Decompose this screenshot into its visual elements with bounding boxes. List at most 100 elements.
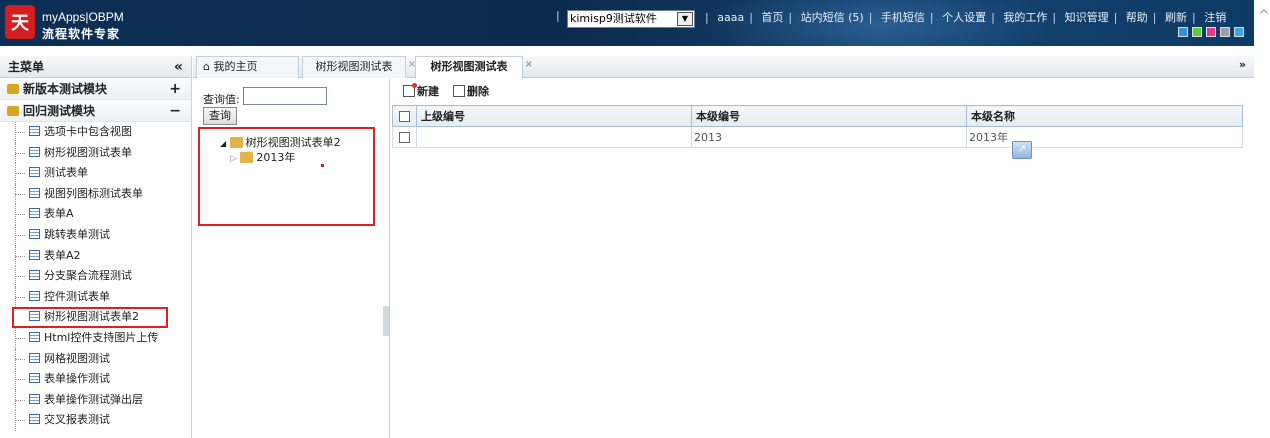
folder-icon [7, 84, 19, 94]
tree-toggle-icon[interactable]: ◢ [220, 139, 226, 148]
sidebar-item[interactable]: 视图列图标测试表单 [0, 183, 191, 205]
tree-child-node[interactable]: ▷ 2013年 [230, 149, 295, 165]
home-link[interactable]: 首页 [761, 11, 783, 24]
form-icon [29, 290, 40, 301]
sidebar-header: 主菜单 « [0, 56, 191, 78]
header-links: | aaaa | 首页 | 站内短信 (5) | 手机短信 | 个人设置 | 我的工作 | … [705, 11, 1227, 24]
cell-name: 2013年 [966, 126, 1243, 148]
form-icon [29, 311, 40, 322]
column-header-code[interactable]: 本级编号 [691, 105, 967, 127]
home-icon: ⌂ [203, 60, 210, 73]
scroll-up-icon[interactable]: ^ [1258, 8, 1270, 24]
logo-title: myApps|OBPM [42, 10, 124, 24]
collapse-module-icon[interactable]: − [169, 100, 181, 122]
sidebar-item[interactable]: 表单A [0, 204, 191, 225]
sidebar-item[interactable]: 表单A2 [0, 245, 191, 267]
refresh-link[interactable]: 刷新 [1165, 11, 1187, 24]
app-select-value: kimisp9测试软件 [570, 12, 657, 25]
row-checkbox[interactable] [392, 126, 417, 148]
sidebar-item[interactable]: 树形视图测试表单 [0, 142, 191, 164]
theme-swatch[interactable] [1178, 27, 1188, 37]
theme-swatch[interactable] [1206, 27, 1216, 37]
query-label: 查询值: [203, 93, 240, 106]
tree-panel: 查询值: 查询 ◢ 树形视图测试表单2 ▷ 2013年 [193, 79, 390, 438]
panel-splitter[interactable] [383, 306, 389, 336]
folder-open-icon [229, 137, 243, 148]
form-icon [29, 126, 40, 136]
select-all-checkbox[interactable] [392, 105, 417, 127]
tab-list-icon[interactable]: » [1239, 58, 1246, 71]
sidebar-item[interactable]: Html控件支持图片上传 [0, 327, 191, 349]
data-grid: 上级编号 本级编号 本级名称 2013 2013年 [392, 105, 1243, 148]
close-icon[interactable]: × [525, 55, 533, 75]
app-window: 天 myApps|OBPM 流程软件专家 | kimisp9测试软件 ▼ | a… [0, 0, 1270, 438]
module-new-version[interactable]: 新版本测试模块 + [0, 78, 191, 100]
expand-icon[interactable]: + [169, 78, 181, 100]
tree-highlight: ◢ 树形视图测试表单2 ▷ 2013年 [198, 127, 375, 226]
form-icon [29, 414, 40, 425]
collapse-icon[interactable]: « [174, 56, 183, 78]
header: 天 myApps|OBPM 流程软件专家 | kimisp9测试软件 ▼ | a… [0, 0, 1254, 46]
form-icon [29, 331, 40, 342]
messages-link[interactable]: 站内短信 (5) [801, 11, 864, 24]
delete-button[interactable]: 删除 [453, 83, 489, 99]
form-icon [29, 146, 40, 157]
tree-branch-icon: ▷ [230, 154, 237, 164]
tab-tree-view-active[interactable]: 树形视图测试表 × [415, 56, 533, 79]
new-doc-icon [403, 83, 417, 97]
sidebar-item[interactable]: 交叉报表测试 [0, 410, 191, 431]
sidebar-item[interactable]: 表单操作测试 [0, 369, 191, 390]
tab-home[interactable]: ⌂ 我的主页 [196, 56, 299, 78]
sidebar-item[interactable]: 选项卡中包含视图 [0, 122, 191, 143]
tab-tree-view[interactable]: 树形视图测试表 × [302, 56, 416, 78]
column-header-parent-code[interactable]: 上级编号 [416, 105, 692, 127]
sms-link[interactable]: 手机短信 [881, 11, 925, 24]
sidebar-item[interactable]: 控件测试表单 [0, 286, 191, 308]
form-icon [29, 228, 40, 239]
query-button[interactable]: 查询 [203, 107, 237, 125]
form-icon [29, 249, 40, 260]
logo-subtitle: 流程软件专家 [42, 27, 121, 41]
cell-parent-code [416, 126, 692, 148]
cell-code: 2013 [691, 126, 967, 148]
sidebar-item-selected[interactable]: 树形视图测试表单2 [12, 307, 168, 328]
theme-switcher [1178, 27, 1244, 37]
folder-icon [7, 106, 19, 116]
settings-link[interactable]: 个人设置 [942, 11, 986, 24]
form-icon [29, 393, 40, 404]
knowledge-link[interactable]: 知识管理 [1065, 11, 1109, 24]
help-link[interactable]: 帮助 [1126, 11, 1148, 24]
form-icon [29, 352, 40, 363]
folder-icon [240, 152, 254, 163]
form-icon [29, 208, 40, 219]
app-select[interactable]: kimisp9测试软件 ▼ [567, 10, 695, 28]
sidebar-item[interactable]: 网格视图测试 [0, 348, 191, 370]
module-regression[interactable]: 回归测试模块 − [0, 100, 191, 122]
my-work-link[interactable]: 我的工作 [1003, 11, 1047, 24]
theme-swatch[interactable] [1234, 27, 1244, 37]
theme-swatch[interactable] [1192, 27, 1202, 37]
content-panel: 新建 删除 上级编号 本级编号 本级名称 2013 2013年 ↗ [391, 79, 1254, 438]
form-icon [29, 270, 40, 281]
open-link-icon[interactable]: ↗ [1012, 141, 1032, 159]
table-row[interactable]: 2013 2013年 [392, 126, 1243, 148]
sidebar-title: 主菜单 [8, 60, 45, 74]
query-input[interactable] [243, 87, 327, 105]
tab-bar: ⌂ 我的主页 树形视图测试表 × 树形视图测试表 × » [193, 56, 1254, 79]
logo-mark: 天 [5, 5, 35, 39]
sidebar-item[interactable]: 表单操作测试弹出层 [0, 389, 191, 411]
column-header-name[interactable]: 本级名称 [966, 105, 1243, 127]
sidebar-item[interactable]: 分支聚合流程测试 [0, 266, 191, 287]
sidebar-item[interactable]: 测试表单 [0, 163, 191, 184]
new-button[interactable]: 新建 [403, 83, 439, 99]
form-icon [29, 187, 40, 198]
theme-swatch[interactable] [1220, 27, 1230, 37]
user-link[interactable]: aaaa [717, 11, 744, 24]
tree-root-node[interactable]: ◢ 树形视图测试表单2 [220, 134, 341, 150]
chevron-down-icon[interactable]: ▼ [677, 12, 693, 26]
logout-link[interactable]: 注销 [1204, 11, 1226, 24]
sidebar: 主菜单 « 新版本测试模块 + 回归测试模块 − 选项卡中包含视图 树形视图测试… [0, 56, 192, 438]
sidebar-item[interactable]: 跳转表单测试 [0, 224, 191, 246]
page-scrollbar[interactable]: ^ [1256, 0, 1270, 438]
form-icon [29, 373, 40, 384]
